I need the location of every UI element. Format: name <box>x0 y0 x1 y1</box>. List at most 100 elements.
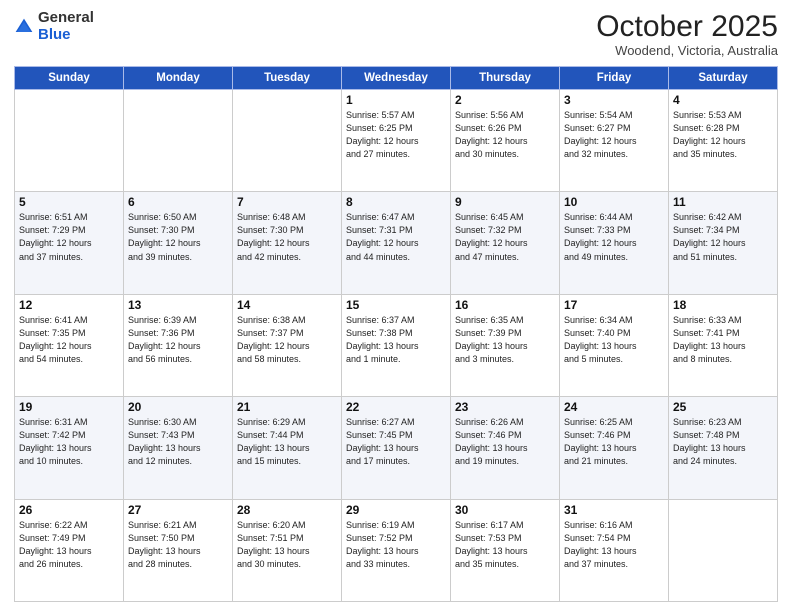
day-number: 6 <box>128 195 228 209</box>
location-subtitle: Woodend, Victoria, Australia <box>596 43 778 58</box>
day-info: Sunrise: 6:34 AM Sunset: 7:40 PM Dayligh… <box>564 314 664 366</box>
day-number: 26 <box>19 503 119 517</box>
day-number: 18 <box>673 298 773 312</box>
day-info: Sunrise: 6:41 AM Sunset: 7:35 PM Dayligh… <box>19 314 119 366</box>
calendar-day-cell: 27Sunrise: 6:21 AM Sunset: 7:50 PM Dayli… <box>124 499 233 601</box>
day-number: 14 <box>237 298 337 312</box>
logo: General Blue <box>14 10 94 43</box>
calendar-day-cell: 17 Sunrise: 6:34 AM Sunset: 7:40 PM Dayli… <box>560 294 669 396</box>
logo-icon <box>14 17 34 37</box>
day-info: Sunrise: 6:30 AM Sunset: 7:43 PM Dayligh… <box>128 416 228 468</box>
calendar-day-cell: 19 Sunrise: 6:31 AM Sunset: 7:42 PM Dayli… <box>15 397 124 499</box>
day-number: 15 <box>346 298 446 312</box>
day-number: 7 <box>237 195 337 209</box>
weekday-header-sunday: Sunday <box>15 67 124 90</box>
calendar-day-cell: 4 Sunrise: 5:53 AM Sunset: 6:28 PM Daylig… <box>669 90 778 192</box>
day-number: 2 <box>455 93 555 107</box>
logo-blue: Blue <box>38 27 94 44</box>
weekday-header-monday: Monday <box>124 67 233 90</box>
calendar-week-row: 12 Sunrise: 6:41 AM Sunset: 7:35 PM Dayli… <box>15 294 778 396</box>
day-info: Sunrise: 6:20 AM Sunset: 7:51 PM Dayligh… <box>237 519 337 571</box>
calendar-week-row: 5 Sunrise: 6:51 AM Sunset: 7:29 PM Daylig… <box>15 192 778 294</box>
day-info: Sunrise: 6:45 AM Sunset: 7:32 PM Dayligh… <box>455 211 555 263</box>
day-info: Sunrise: 6:47 AM Sunset: 7:31 PM Dayligh… <box>346 211 446 263</box>
day-info: Sunrise: 6:26 AM Sunset: 7:46 PM Dayligh… <box>455 416 555 468</box>
day-number: 25 <box>673 400 773 414</box>
weekday-header-thursday: Thursday <box>451 67 560 90</box>
day-number: 10 <box>564 195 664 209</box>
day-info: Sunrise: 6:35 AM Sunset: 7:39 PM Dayligh… <box>455 314 555 366</box>
day-number: 9 <box>455 195 555 209</box>
calendar-day-cell: 23 Sunrise: 6:26 AM Sunset: 7:46 PM Dayli… <box>451 397 560 499</box>
day-number: 12 <box>19 298 119 312</box>
day-info: Sunrise: 6:19 AM Sunset: 7:52 PM Dayligh… <box>346 519 446 571</box>
day-info: Sunrise: 6:17 AM Sunset: 7:53 PM Dayligh… <box>455 519 555 571</box>
calendar-day-cell: 21 Sunrise: 6:29 AM Sunset: 7:44 PM Dayli… <box>233 397 342 499</box>
calendar-day-cell: 10 Sunrise: 6:44 AM Sunset: 7:33 PM Dayli… <box>560 192 669 294</box>
day-number: 27 <box>128 503 228 517</box>
day-info: Sunrise: 6:42 AM Sunset: 7:34 PM Dayligh… <box>673 211 773 263</box>
calendar-day-cell: 24Sunrise: 6:25 AM Sunset: 7:46 PM Dayli… <box>560 397 669 499</box>
day-number: 21 <box>237 400 337 414</box>
day-info: Sunrise: 6:48 AM Sunset: 7:30 PM Dayligh… <box>237 211 337 263</box>
month-title: October 2025 <box>596 10 778 43</box>
logo-general: General <box>38 10 94 27</box>
day-number: 4 <box>673 93 773 107</box>
day-number: 24 <box>564 400 664 414</box>
calendar-day-cell: 8 Sunrise: 6:47 AM Sunset: 7:31 PM Daylig… <box>342 192 451 294</box>
title-block: October 2025 Woodend, Victoria, Australi… <box>596 10 778 58</box>
calendar-day-cell: 3Sunrise: 5:54 AM Sunset: 6:27 PM Daylig… <box>560 90 669 192</box>
day-number: 8 <box>346 195 446 209</box>
calendar-day-cell: 30 Sunrise: 6:17 AM Sunset: 7:53 PM Dayli… <box>451 499 560 601</box>
day-info: Sunrise: 5:57 AM Sunset: 6:25 PM Dayligh… <box>346 109 446 161</box>
page: General Blue October 2025 Woodend, Victo… <box>0 0 792 612</box>
calendar-day-cell: 2 Sunrise: 5:56 AM Sunset: 6:26 PM Daylig… <box>451 90 560 192</box>
day-number: 31 <box>564 503 664 517</box>
calendar-week-row: 26Sunrise: 6:22 AM Sunset: 7:49 PM Dayli… <box>15 499 778 601</box>
day-number: 17 <box>564 298 664 312</box>
day-info: Sunrise: 6:44 AM Sunset: 7:33 PM Dayligh… <box>564 211 664 263</box>
day-info: Sunrise: 6:29 AM Sunset: 7:44 PM Dayligh… <box>237 416 337 468</box>
day-info: Sunrise: 6:51 AM Sunset: 7:29 PM Dayligh… <box>19 211 119 263</box>
day-number: 1 <box>346 93 446 107</box>
day-number: 19 <box>19 400 119 414</box>
calendar-day-cell: 29 Sunrise: 6:19 AM Sunset: 7:52 PM Dayli… <box>342 499 451 601</box>
day-info: Sunrise: 5:56 AM Sunset: 6:26 PM Dayligh… <box>455 109 555 161</box>
calendar-day-cell: 14 Sunrise: 6:38 AM Sunset: 7:37 PM Dayli… <box>233 294 342 396</box>
day-number: 30 <box>455 503 555 517</box>
day-info: Sunrise: 6:38 AM Sunset: 7:37 PM Dayligh… <box>237 314 337 366</box>
calendar-day-cell <box>124 90 233 192</box>
day-number: 23 <box>455 400 555 414</box>
logo-text: General Blue <box>38 10 94 43</box>
day-number: 5 <box>19 195 119 209</box>
day-info: Sunrise: 6:37 AM Sunset: 7:38 PM Dayligh… <box>346 314 446 366</box>
calendar-day-cell <box>669 499 778 601</box>
day-number: 29 <box>346 503 446 517</box>
calendar-day-cell: 1 Sunrise: 5:57 AM Sunset: 6:25 PM Daylig… <box>342 90 451 192</box>
day-info: Sunrise: 6:23 AM Sunset: 7:48 PM Dayligh… <box>673 416 773 468</box>
weekday-header-friday: Friday <box>560 67 669 90</box>
day-info: Sunrise: 6:33 AM Sunset: 7:41 PM Dayligh… <box>673 314 773 366</box>
day-info: Sunrise: 6:50 AM Sunset: 7:30 PM Dayligh… <box>128 211 228 263</box>
calendar-week-row: 19 Sunrise: 6:31 AM Sunset: 7:42 PM Dayli… <box>15 397 778 499</box>
calendar-day-cell: 18 Sunrise: 6:33 AM Sunset: 7:41 PM Dayli… <box>669 294 778 396</box>
day-info: Sunrise: 6:16 AM Sunset: 7:54 PM Dayligh… <box>564 519 664 571</box>
calendar-week-row: 1 Sunrise: 5:57 AM Sunset: 6:25 PM Daylig… <box>15 90 778 192</box>
calendar-day-cell: 28Sunrise: 6:20 AM Sunset: 7:51 PM Dayli… <box>233 499 342 601</box>
calendar-day-cell: 11Sunrise: 6:42 AM Sunset: 7:34 PM Dayli… <box>669 192 778 294</box>
calendar-day-cell: 22Sunrise: 6:27 AM Sunset: 7:45 PM Dayli… <box>342 397 451 499</box>
day-number: 16 <box>455 298 555 312</box>
day-info: Sunrise: 6:31 AM Sunset: 7:42 PM Dayligh… <box>19 416 119 468</box>
calendar-header-row: SundayMondayTuesdayWednesdayThursdayFrid… <box>15 67 778 90</box>
calendar-day-cell: 15 Sunrise: 6:37 AM Sunset: 7:38 PM Dayli… <box>342 294 451 396</box>
weekday-header-tuesday: Tuesday <box>233 67 342 90</box>
day-number: 22 <box>346 400 446 414</box>
calendar-day-cell: 31 Sunrise: 6:16 AM Sunset: 7:54 PM Dayli… <box>560 499 669 601</box>
calendar-day-cell: 9 Sunrise: 6:45 AM Sunset: 7:32 PM Daylig… <box>451 192 560 294</box>
calendar-day-cell: 16 Sunrise: 6:35 AM Sunset: 7:39 PM Dayli… <box>451 294 560 396</box>
calendar: SundayMondayTuesdayWednesdayThursdayFrid… <box>14 66 778 602</box>
calendar-day-cell <box>15 90 124 192</box>
day-info: Sunrise: 5:54 AM Sunset: 6:27 PM Dayligh… <box>564 109 664 161</box>
day-info: Sunrise: 5:53 AM Sunset: 6:28 PM Dayligh… <box>673 109 773 161</box>
weekday-header-saturday: Saturday <box>669 67 778 90</box>
